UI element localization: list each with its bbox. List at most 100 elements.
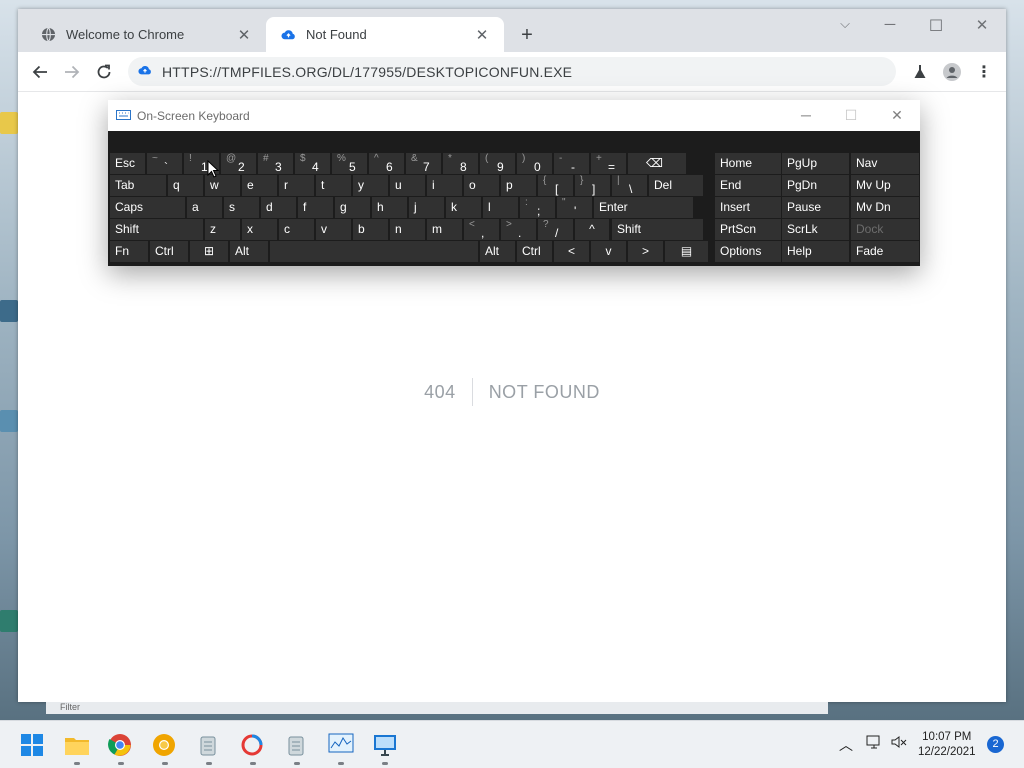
key-u[interactable]: u — [390, 175, 425, 196]
key-a[interactable]: a — [187, 197, 222, 218]
key-mv-dn[interactable]: Mv Dn — [851, 197, 919, 218]
key-options[interactable]: Options — [715, 241, 781, 262]
key-y[interactable]: y — [353, 175, 388, 196]
key-h[interactable]: h — [372, 197, 407, 218]
key-caps[interactable]: Caps — [110, 197, 185, 218]
key-nav[interactable]: Nav — [851, 153, 919, 174]
key-esc[interactable]: Esc — [110, 153, 145, 174]
key-o[interactable]: o — [464, 175, 499, 196]
key-2[interactable]: @2 — [221, 153, 256, 174]
key-ctrl[interactable]: Ctrl — [517, 241, 552, 262]
key-enter[interactable]: Enter — [594, 197, 693, 218]
forward-icon[interactable] — [61, 61, 83, 83]
site-info-icon[interactable] — [138, 63, 152, 81]
file-explorer-icon[interactable] — [64, 733, 90, 759]
key-period[interactable]: >. — [501, 219, 536, 240]
close-tab-icon[interactable]: ✕ — [474, 26, 490, 44]
maximize-icon[interactable]: ☐ — [922, 16, 950, 36]
key-6[interactable]: ^ 6 — [369, 153, 404, 174]
key-minus[interactable]: -- — [554, 153, 589, 174]
key-alt[interactable]: Alt — [230, 241, 268, 262]
key-p[interactable]: p — [501, 175, 536, 196]
key-f[interactable]: f — [298, 197, 333, 218]
key-equals[interactable]: + = — [591, 153, 626, 174]
key-pgup[interactable]: PgUp — [782, 153, 849, 174]
key-7[interactable]: & 7 — [406, 153, 441, 174]
osk-minimize-icon[interactable]: ─ — [796, 107, 816, 123]
key-0[interactable]: ) 0 — [517, 153, 552, 174]
key-fade[interactable]: Fade — [851, 241, 919, 262]
key-r[interactable]: r — [279, 175, 314, 196]
chrome-icon[interactable] — [108, 733, 134, 759]
back-icon[interactable] — [29, 61, 51, 83]
osk-close-icon[interactable]: ✕ — [887, 107, 907, 124]
key-8[interactable]: * 8 — [443, 153, 478, 174]
key-z[interactable]: z — [205, 219, 240, 240]
key-pause[interactable]: Pause — [782, 197, 849, 218]
key-l[interactable]: l — [483, 197, 518, 218]
key-5[interactable]: % 5 — [332, 153, 367, 174]
key-help[interactable]: Help — [782, 241, 849, 262]
desktop-icon-fragment[interactable] — [0, 610, 18, 632]
key-alt[interactable]: Alt — [480, 241, 515, 262]
key-w[interactable]: w — [205, 175, 240, 196]
search-app-icon[interactable] — [240, 733, 266, 759]
arrow-down-icon[interactable]: v — [591, 241, 626, 262]
arrow-left-icon[interactable]: < — [554, 241, 589, 262]
network-icon[interactable] — [866, 735, 882, 752]
key-ctrl[interactable]: Ctrl — [150, 241, 188, 262]
key-backtick[interactable]: ~ ` — [147, 153, 182, 174]
recycle-app-icon[interactable] — [196, 733, 222, 759]
key-prtscn[interactable]: PrtScn — [715, 219, 781, 240]
arrow-up-icon[interactable]: ^ — [575, 219, 609, 240]
key-insert[interactable]: Insert — [715, 197, 781, 218]
key-j[interactable]: j — [409, 197, 444, 218]
key-quote[interactable]: " ' — [557, 197, 592, 218]
key-mv-up[interactable]: Mv Up — [851, 175, 919, 196]
key-scrlk[interactable]: ScrLk — [782, 219, 849, 240]
notification-badge[interactable]: 2 — [987, 736, 1004, 753]
key-backslash[interactable]: | \ — [612, 175, 647, 196]
show-hidden-icons-chevron-icon[interactable]: ︿ — [839, 735, 853, 755]
key-b[interactable]: b — [353, 219, 388, 240]
key-s[interactable]: s — [224, 197, 259, 218]
desktop-icon-fragment[interactable] — [0, 300, 18, 322]
reload-icon[interactable] — [93, 61, 115, 83]
key-slash[interactable]: ? / — [538, 219, 573, 240]
desktop-icon-fragment[interactable] — [0, 410, 18, 432]
key-del[interactable]: Del — [649, 175, 703, 196]
windows-icon[interactable]: ⊞ — [190, 241, 228, 262]
desktop-icon-fragment[interactable] — [0, 112, 18, 134]
key-semicolon[interactable]: :; — [520, 197, 555, 218]
key-4[interactable]: $4 — [295, 153, 330, 174]
key-m[interactable]: m — [427, 219, 462, 240]
remote-desktop-icon[interactable] — [372, 733, 398, 759]
key-v[interactable]: v — [316, 219, 351, 240]
more-menu-icon[interactable]: ⋮ — [973, 61, 995, 83]
new-tab-button[interactable]: + — [516, 24, 538, 46]
key-x[interactable]: x — [242, 219, 277, 240]
key-k[interactable]: k — [446, 197, 481, 218]
menu-key-icon[interactable]: ▤ — [665, 241, 708, 262]
key-i[interactable]: i — [427, 175, 462, 196]
labs-flask-icon[interactable] — [909, 61, 931, 83]
key-g[interactable]: g — [335, 197, 370, 218]
key-e[interactable]: e — [242, 175, 277, 196]
key-fn[interactable]: Fn — [110, 241, 148, 262]
key-n[interactable]: n — [390, 219, 425, 240]
tab-welcome[interactable]: Welcome to Chrome ✕ — [26, 17, 266, 52]
backspace-icon[interactable]: ⌫ — [628, 153, 686, 174]
key-t[interactable]: t — [316, 175, 351, 196]
key-tab[interactable]: Tab — [110, 175, 166, 196]
tab-not-found[interactable]: Not Found ✕ — [266, 17, 504, 52]
key-left-bracket[interactable]: {[ — [538, 175, 573, 196]
key-9[interactable]: (9 — [480, 153, 515, 174]
key-right-bracket[interactable]: }] — [575, 175, 610, 196]
key-pgdn[interactable]: PgDn — [782, 175, 849, 196]
profile-avatar-icon[interactable] — [941, 61, 963, 83]
recycle-app-icon[interactable] — [284, 733, 310, 759]
key-home[interactable]: Home — [715, 153, 781, 174]
key-c[interactable]: c — [279, 219, 314, 240]
performance-monitor-icon[interactable] — [328, 733, 354, 759]
minimize-icon[interactable]: ─ — [876, 16, 904, 33]
